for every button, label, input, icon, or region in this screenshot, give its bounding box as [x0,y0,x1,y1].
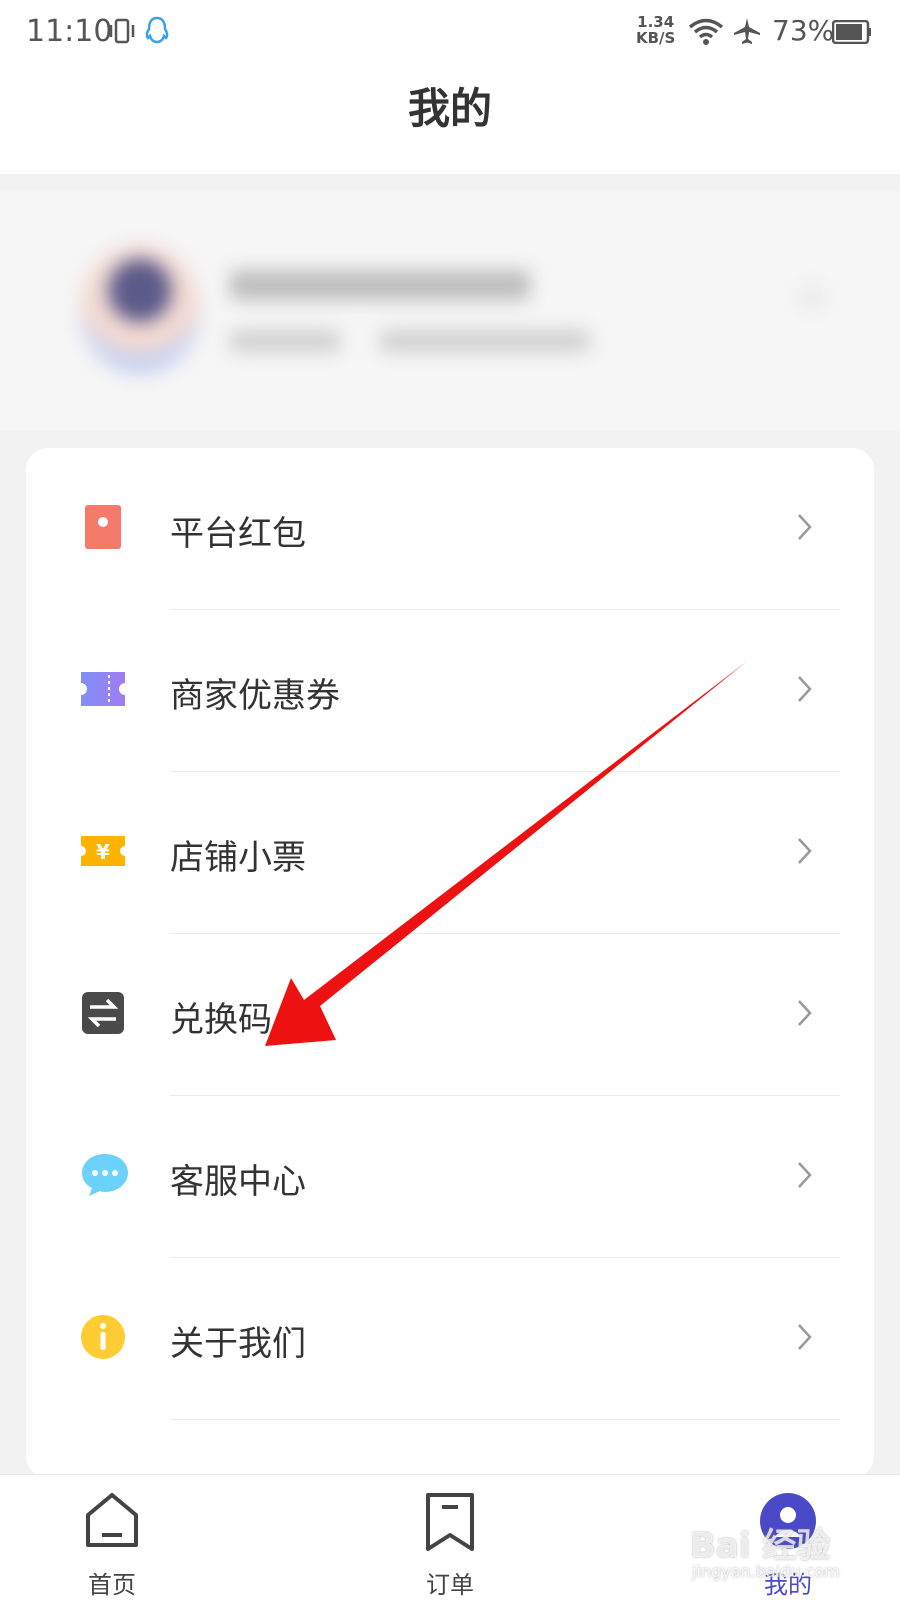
chevron-right-icon [800,285,824,309]
chevron-right-icon [796,836,814,870]
watermark-brand: Bai 经验 [690,1526,831,1566]
menu-card: 平台红包 商家优惠券 ¥ 店铺小票 兑换码 客服中心 关于我们 [26,448,874,1478]
speed-value: 1.34 [637,13,675,31]
chevron-right-icon [796,998,814,1032]
home-icon [82,1491,142,1555]
speed-unit: KB/S [636,29,676,47]
red-envelope-icon [80,504,126,550]
menu-item-coupon[interactable]: 商家优惠券 [26,610,874,772]
exchange-icon [80,990,126,1036]
battery-percent: 73% [772,14,835,47]
menu-item-customer-service[interactable]: 客服中心 [26,1096,874,1258]
qq-icon [144,16,170,50]
chevron-right-icon [796,674,814,708]
profile-info-redacted-2 [380,330,590,352]
menu-item-label: 关于我们 [170,1324,306,1364]
info-icon [80,1314,126,1360]
profile-blur [0,190,900,430]
network-speed: 1.34 KB/S [636,14,675,46]
menu-item-about-us[interactable]: 关于我们 [26,1258,874,1420]
menu-item-label: 店铺小票 [170,838,306,878]
status-time: 11:10 [26,14,113,49]
watermark-url: jingyan.baidu.com [692,1562,840,1581]
battery-icon [831,19,872,48]
status-bar: 11:10 1.34 KB/S 73% [0,0,900,64]
tab-home[interactable]: 首页 [52,1475,172,1601]
divider [170,1419,840,1420]
chevron-right-icon [796,1160,814,1194]
vibrate-icon [108,18,136,48]
tab-orders[interactable]: 订单 [390,1475,510,1601]
menu-item-label: 兑换码 [170,1000,272,1040]
chat-icon [80,1152,128,1198]
profile-name-redacted [230,270,530,300]
chevron-right-icon [796,512,814,546]
menu-item-exchange-code[interactable]: 兑换码 [26,934,874,1096]
profile-card[interactable] [0,190,900,430]
page-title: 我的 [407,84,492,133]
menu-item-label: 客服中心 [170,1162,306,1202]
profile-info-redacted [230,330,340,352]
nav-bar: 我的 [0,64,900,174]
menu-item-label: 平台红包 [170,514,306,554]
wifi-icon [688,18,724,50]
menu-item-label: 商家优惠券 [170,676,340,716]
coupon-icon [80,666,126,712]
receipt-icon: ¥ [80,828,126,874]
airplane-mode-icon [732,16,762,50]
menu-item-receipt[interactable]: ¥ 店铺小票 [26,772,874,934]
chevron-right-icon [796,1322,814,1356]
menu-item-red-envelope[interactable]: 平台红包 [26,448,874,610]
tab-label: 订单 [426,1571,474,1599]
avatar [80,245,200,375]
bookmark-icon [420,1491,480,1559]
svg-text:¥: ¥ [96,840,110,864]
tab-label: 首页 [88,1571,136,1599]
